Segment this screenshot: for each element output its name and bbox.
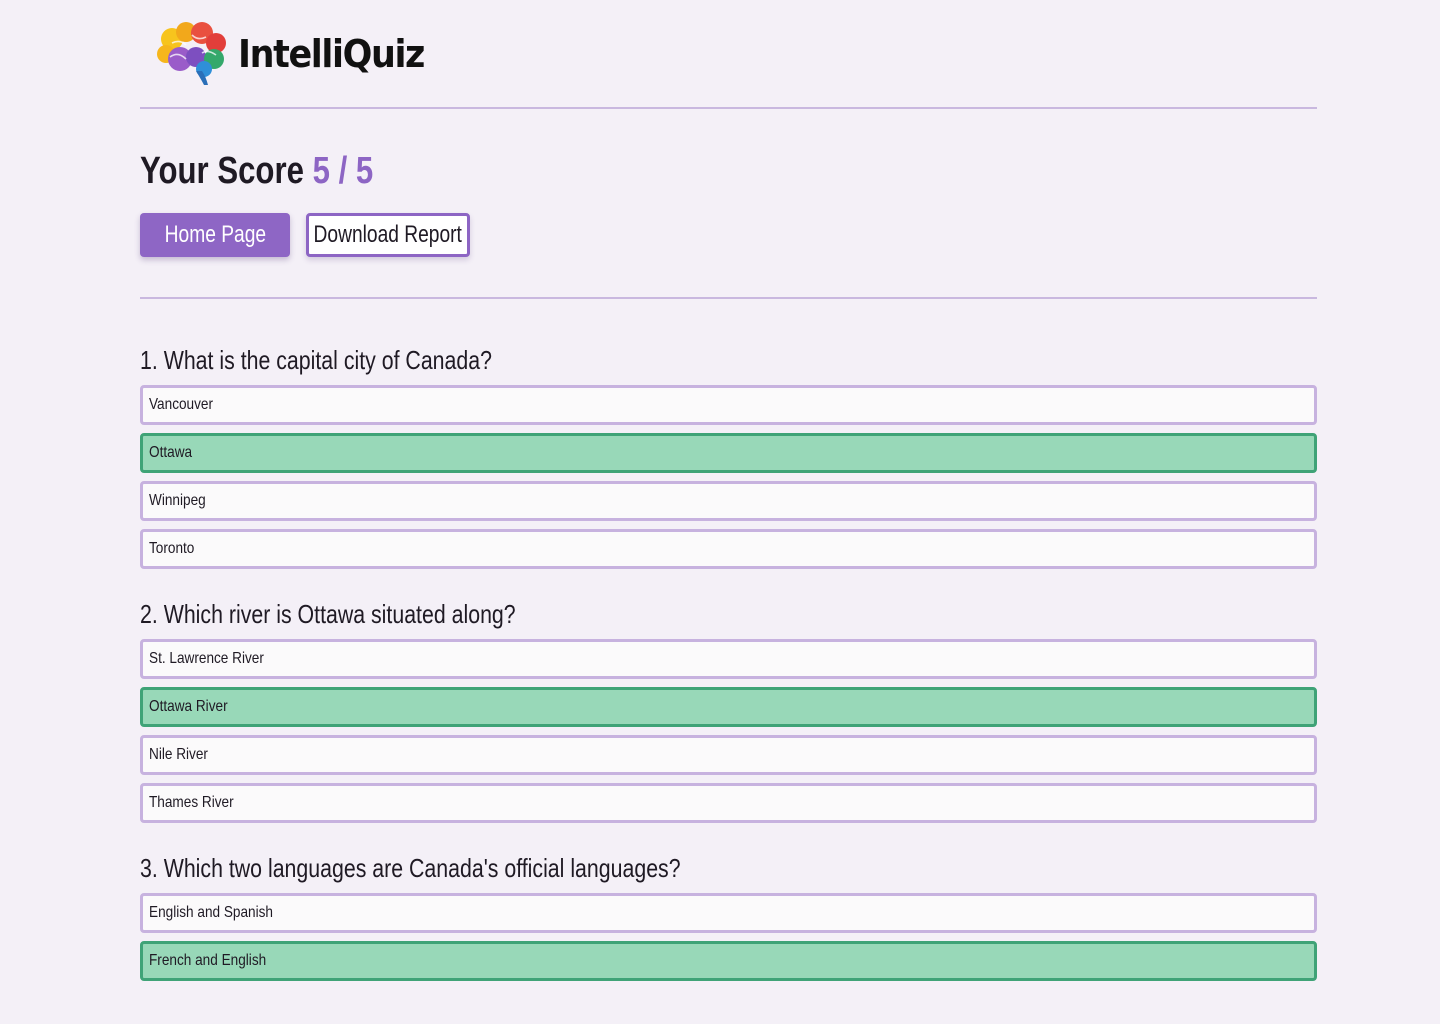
results-page: IntelliQuiz Your Score 5 / 5 Home Page D… — [0, 0, 1440, 1024]
action-buttons: Home Page Download Report — [140, 213, 1317, 257]
question-2: 2. Which river is Ottawa situated along?… — [140, 598, 1317, 823]
score-label: Your Score — [140, 150, 304, 192]
option-thames-river[interactable]: Thames River — [140, 783, 1317, 823]
option-french-and-english-correct[interactable]: French and English — [140, 941, 1317, 981]
main-container: IntelliQuiz Your Score 5 / 5 Home Page D… — [140, 0, 1317, 1010]
option-st-lawrence-river[interactable]: St. Lawrence River — [140, 639, 1317, 679]
download-report-button[interactable]: Download Report — [306, 213, 470, 257]
option-label: French and English — [149, 952, 267, 969]
question-text: 3. Which two languages are Canada's offi… — [140, 853, 681, 883]
option-label: St. Lawrence River — [149, 650, 264, 667]
option-label: Thames River — [149, 794, 234, 811]
option-ottawa-correct[interactable]: Ottawa — [140, 433, 1317, 473]
option-nile-river[interactable]: Nile River — [140, 735, 1317, 775]
brain-icon — [157, 21, 226, 85]
question-1: 1. What is the capital city of Canada? V… — [140, 344, 1317, 569]
home-page-button-label: Home Page — [164, 221, 266, 248]
option-label: Toronto — [149, 540, 195, 557]
score-heading: Your Score 5 / 5 — [140, 149, 1105, 193]
score-section: Your Score 5 / 5 Home Page Download Repo… — [140, 109, 1317, 299]
brand-name: IntelliQuiz — [238, 31, 425, 76]
question-3: 3. Which two languages are Canada's offi… — [140, 852, 1317, 981]
question-text: 1. What is the capital city of Canada? — [140, 345, 492, 375]
app-header: IntelliQuiz — [140, 0, 1317, 109]
questions-list: 1. What is the capital city of Canada? V… — [140, 299, 1317, 981]
question-text: 2. Which river is Ottawa situated along? — [140, 599, 516, 629]
option-vancouver[interactable]: Vancouver — [140, 385, 1317, 425]
score-value: 5 / 5 — [312, 150, 374, 192]
option-ottawa-river-correct[interactable]: Ottawa River — [140, 687, 1317, 727]
option-label: Vancouver — [149, 396, 214, 413]
option-label: Ottawa — [149, 444, 193, 461]
home-page-button[interactable]: Home Page — [140, 213, 290, 257]
download-report-button-label: Download Report — [313, 221, 463, 248]
option-label: Ottawa River — [149, 698, 228, 715]
option-label: Winnipeg — [149, 492, 206, 509]
option-label: English and Spanish — [149, 904, 274, 921]
option-label: Nile River — [149, 746, 208, 763]
option-toronto[interactable]: Toronto — [140, 529, 1317, 569]
option-winnipeg[interactable]: Winnipeg — [140, 481, 1317, 521]
option-english-and-spanish[interactable]: English and Spanish — [140, 893, 1317, 933]
